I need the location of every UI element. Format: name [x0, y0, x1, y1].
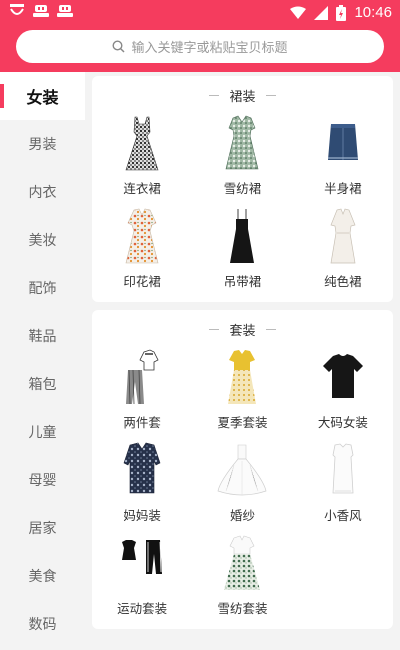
- sidebar-item-accessories[interactable]: 配饰: [0, 264, 85, 312]
- sport-set-icon: [122, 540, 163, 574]
- search-input[interactable]: 输入关键字或粘贴宝贝标题: [16, 30, 384, 63]
- search-icon: [112, 40, 126, 53]
- section-suits: 套装 两件套 夏季套装 大码女装 妈妈装 婚纱 小香风 运动套装 雪纺套装: [92, 310, 393, 629]
- plaid-dress-icon: [125, 116, 159, 171]
- category-tile[interactable]: 妈妈装: [92, 437, 192, 530]
- app-header: 10:46 输入关键字或粘贴宝贝标题: [0, 0, 400, 72]
- category-tile[interactable]: 半身裙: [293, 110, 393, 203]
- category-tile[interactable]: 雪纺套装: [192, 530, 292, 623]
- sidebar-item-food[interactable]: 美食: [0, 552, 85, 600]
- mom-outfit-icon: [123, 442, 161, 494]
- sidebar-item-baby[interactable]: 母婴: [0, 456, 85, 504]
- category-tile[interactable]: 小香风: [293, 437, 393, 530]
- wedding-dress-icon: [218, 444, 267, 496]
- status-time: 10:46: [354, 4, 392, 21]
- section-title: 裙装: [92, 80, 393, 110]
- category-tile[interactable]: 两件套: [92, 344, 192, 437]
- section-dresses: 裙装 连衣裙 雪纺裙 半身裙 印花裙 吊带裙 纯色裙: [92, 76, 393, 302]
- section-title: 套装: [92, 314, 393, 344]
- plus-size-tshirt-icon: [322, 354, 363, 398]
- sidebar-item-men[interactable]: 男装: [0, 120, 85, 168]
- signal-icon: [314, 5, 329, 20]
- solid-dress-icon: [330, 208, 356, 264]
- sidebar-item-shoes[interactable]: 鞋品: [0, 312, 85, 360]
- two-piece-icon: [126, 349, 159, 405]
- category-tile[interactable]: 印花裙: [92, 203, 192, 296]
- category-tile[interactable]: 雪纺裙: [192, 110, 292, 203]
- status-bar: 10:46: [0, 0, 400, 26]
- category-tile[interactable]: 纯色裙: [293, 203, 393, 296]
- wifi-icon: [290, 6, 307, 19]
- summer-set-icon: [228, 350, 257, 404]
- chiffon-dress-icon: [226, 115, 259, 170]
- notification-icon: [10, 4, 24, 15]
- category-tile[interactable]: 吊带裙: [192, 203, 292, 296]
- category-sidebar: 女装 男装 内衣 美妆 配饰 鞋品 箱包 儿童 母婴 居家 美食 数码: [0, 72, 85, 650]
- slip-dress-icon: [230, 209, 255, 263]
- category-tile[interactable]: 夏季套装: [192, 344, 292, 437]
- sidebar-item-kids[interactable]: 儿童: [0, 408, 85, 456]
- search-placeholder: 输入关键字或粘贴宝贝标题: [131, 41, 288, 56]
- category-tile[interactable]: 运动套装: [92, 530, 192, 623]
- sidebar-item-home[interactable]: 居家: [0, 504, 85, 552]
- sidebar-item-digital[interactable]: 数码: [0, 600, 85, 648]
- chiffon-set-icon: [224, 535, 261, 590]
- battery-icon: [336, 4, 347, 21]
- bug-icon: [57, 5, 73, 17]
- sidebar-item-underwear[interactable]: 内衣: [0, 168, 85, 216]
- sidebar-item-bags[interactable]: 箱包: [0, 360, 85, 408]
- bug-icon: [33, 5, 49, 17]
- denim-skirt-icon: [327, 124, 358, 160]
- category-tile[interactable]: 连衣裙: [92, 110, 192, 203]
- chanel-style-icon: [332, 443, 354, 494]
- print-dress-icon: [125, 208, 159, 264]
- sidebar-item-women[interactable]: 女装: [0, 72, 85, 120]
- category-tile[interactable]: 婚纱: [192, 437, 292, 530]
- category-content: 裙装 连衣裙 雪纺裙 半身裙 印花裙 吊带裙 纯色裙 套装 两件套 夏季套装 大…: [92, 76, 393, 637]
- category-tile[interactable]: 大码女装: [293, 344, 393, 437]
- sidebar-item-beauty[interactable]: 美妆: [0, 216, 85, 264]
